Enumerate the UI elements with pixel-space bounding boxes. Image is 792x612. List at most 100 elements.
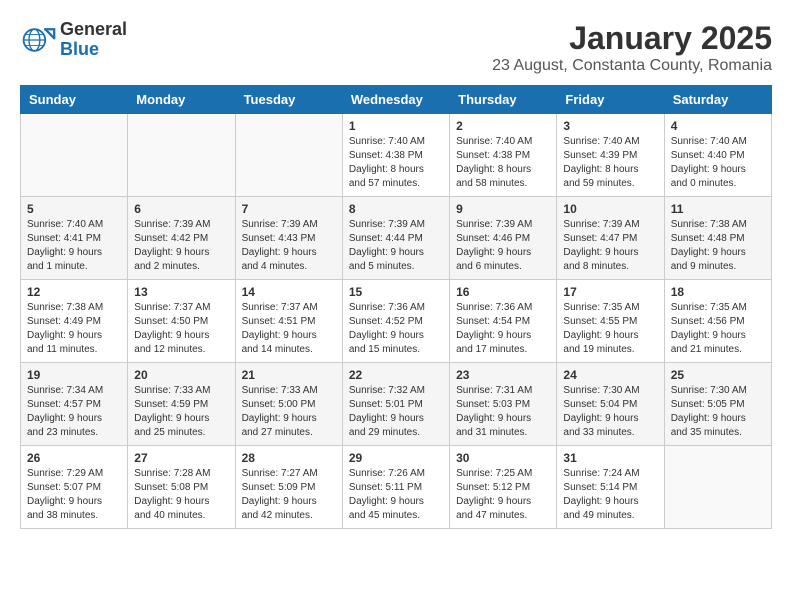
day-cell: 20 Sunrise: 7:33 AM Sunset: 4:59 PM Dayli… xyxy=(128,363,235,446)
day-cell: 18 Sunrise: 7:35 AM Sunset: 4:56 PM Dayli… xyxy=(664,280,771,363)
day-number: 22 xyxy=(349,368,443,382)
day-number: 28 xyxy=(242,451,336,465)
day-number: 4 xyxy=(671,119,765,133)
day-details: Sunrise: 7:24 AM Sunset: 5:14 PM Dayligh… xyxy=(563,467,657,523)
day-number: 13 xyxy=(134,285,228,299)
day-details: Sunrise: 7:39 AM Sunset: 4:44 PM Dayligh… xyxy=(349,218,443,274)
title-block: January 2025 23 August, Constanta County… xyxy=(492,20,772,75)
day-details: Sunrise: 7:39 AM Sunset: 4:43 PM Dayligh… xyxy=(242,218,336,274)
logo-text: General Blue xyxy=(60,20,127,60)
day-number: 18 xyxy=(671,285,765,299)
day-details: Sunrise: 7:40 AM Sunset: 4:38 PM Dayligh… xyxy=(349,135,443,191)
day-number: 31 xyxy=(563,451,657,465)
day-cell xyxy=(21,114,128,197)
day-cell: 3Sunrise: 7:40 AM Sunset: 4:39 PM Daylig… xyxy=(557,114,664,197)
day-cell xyxy=(664,446,771,529)
day-details: Sunrise: 7:25 AM Sunset: 5:12 PM Dayligh… xyxy=(456,467,550,523)
day-cell: 5 Sunrise: 7:40 AM Sunset: 4:41 PM Daylig… xyxy=(21,197,128,280)
day-cell: 9Sunrise: 7:39 AM Sunset: 4:46 PM Daylig… xyxy=(450,197,557,280)
day-cell: 26 Sunrise: 7:29 AM Sunset: 5:07 PM Dayli… xyxy=(21,446,128,529)
day-cell: 15 Sunrise: 7:36 AM Sunset: 4:52 PM Dayli… xyxy=(342,280,449,363)
page-header: General Blue January 2025 23 August, Con… xyxy=(20,20,772,75)
day-number: 14 xyxy=(242,285,336,299)
day-details: Sunrise: 7:26 AM Sunset: 5:11 PM Dayligh… xyxy=(349,467,443,523)
day-details: Sunrise: 7:30 AM Sunset: 5:04 PM Dayligh… xyxy=(563,384,657,440)
day-cell: 11Sunrise: 7:38 AM Sunset: 4:48 PM Dayli… xyxy=(664,197,771,280)
day-details: Sunrise: 7:40 AM Sunset: 4:39 PM Dayligh… xyxy=(563,135,657,191)
col-saturday: Saturday xyxy=(664,86,771,114)
day-cell: 10 Sunrise: 7:39 AM Sunset: 4:47 PM Dayli… xyxy=(557,197,664,280)
day-number: 16 xyxy=(456,285,550,299)
header-row: Sunday Monday Tuesday Wednesday Thursday… xyxy=(21,86,772,114)
day-details: Sunrise: 7:35 AM Sunset: 4:56 PM Dayligh… xyxy=(671,301,765,357)
day-cell: 4 Sunrise: 7:40 AM Sunset: 4:40 PM Daylig… xyxy=(664,114,771,197)
day-details: Sunrise: 7:39 AM Sunset: 4:47 PM Dayligh… xyxy=(563,218,657,274)
calendar-table: Sunday Monday Tuesday Wednesday Thursday… xyxy=(20,85,772,529)
main-title: January 2025 xyxy=(492,20,772,57)
day-number: 20 xyxy=(134,368,228,382)
day-number: 19 xyxy=(27,368,121,382)
day-number: 6 xyxy=(134,202,228,216)
day-number: 17 xyxy=(563,285,657,299)
day-details: Sunrise: 7:37 AM Sunset: 4:50 PM Dayligh… xyxy=(134,301,228,357)
day-details: Sunrise: 7:27 AM Sunset: 5:09 PM Dayligh… xyxy=(242,467,336,523)
day-cell: 28 Sunrise: 7:27 AM Sunset: 5:09 PM Dayli… xyxy=(235,446,342,529)
day-number: 23 xyxy=(456,368,550,382)
calendar-header: Sunday Monday Tuesday Wednesday Thursday… xyxy=(21,86,772,114)
day-details: Sunrise: 7:39 AM Sunset: 4:42 PM Dayligh… xyxy=(134,218,228,274)
day-cell: 21Sunrise: 7:33 AM Sunset: 5:00 PM Dayli… xyxy=(235,363,342,446)
day-number: 15 xyxy=(349,285,443,299)
col-thursday: Thursday xyxy=(450,86,557,114)
day-cell: 29 Sunrise: 7:26 AM Sunset: 5:11 PM Dayli… xyxy=(342,446,449,529)
day-details: Sunrise: 7:40 AM Sunset: 4:38 PM Dayligh… xyxy=(456,135,550,191)
day-cell: 14 Sunrise: 7:37 AM Sunset: 4:51 PM Dayli… xyxy=(235,280,342,363)
week-row-4: 19Sunrise: 7:34 AM Sunset: 4:57 PM Dayli… xyxy=(21,363,772,446)
day-cell: 17Sunrise: 7:35 AM Sunset: 4:55 PM Dayli… xyxy=(557,280,664,363)
logo-general: General xyxy=(60,20,127,40)
logo: General Blue xyxy=(20,20,127,60)
calendar-body: 1Sunrise: 7:40 AM Sunset: 4:38 PM Daylig… xyxy=(21,114,772,529)
logo-blue: Blue xyxy=(60,40,127,60)
day-cell: 23 Sunrise: 7:31 AM Sunset: 5:03 PM Dayli… xyxy=(450,363,557,446)
day-number: 10 xyxy=(563,202,657,216)
day-cell: 25 Sunrise: 7:30 AM Sunset: 5:05 PM Dayli… xyxy=(664,363,771,446)
day-cell: 22Sunrise: 7:32 AM Sunset: 5:01 PM Dayli… xyxy=(342,363,449,446)
day-cell: 24 Sunrise: 7:30 AM Sunset: 5:04 PM Dayli… xyxy=(557,363,664,446)
day-details: Sunrise: 7:30 AM Sunset: 5:05 PM Dayligh… xyxy=(671,384,765,440)
week-row-5: 26 Sunrise: 7:29 AM Sunset: 5:07 PM Dayli… xyxy=(21,446,772,529)
day-details: Sunrise: 7:29 AM Sunset: 5:07 PM Dayligh… xyxy=(27,467,121,523)
day-details: Sunrise: 7:37 AM Sunset: 4:51 PM Dayligh… xyxy=(242,301,336,357)
day-details: Sunrise: 7:36 AM Sunset: 4:52 PM Dayligh… xyxy=(349,301,443,357)
col-sunday: Sunday xyxy=(21,86,128,114)
col-friday: Friday xyxy=(557,86,664,114)
day-cell: 7 Sunrise: 7:39 AM Sunset: 4:43 PM Daylig… xyxy=(235,197,342,280)
day-number: 29 xyxy=(349,451,443,465)
day-number: 5 xyxy=(27,202,121,216)
col-tuesday: Tuesday xyxy=(235,86,342,114)
logo-icon xyxy=(20,22,56,58)
day-number: 26 xyxy=(27,451,121,465)
day-number: 30 xyxy=(456,451,550,465)
day-cell xyxy=(128,114,235,197)
day-details: Sunrise: 7:40 AM Sunset: 4:41 PM Dayligh… xyxy=(27,218,121,274)
col-wednesday: Wednesday xyxy=(342,86,449,114)
day-number: 9 xyxy=(456,202,550,216)
day-number: 27 xyxy=(134,451,228,465)
day-details: Sunrise: 7:33 AM Sunset: 4:59 PM Dayligh… xyxy=(134,384,228,440)
day-cell: 19Sunrise: 7:34 AM Sunset: 4:57 PM Dayli… xyxy=(21,363,128,446)
week-row-3: 12 Sunrise: 7:38 AM Sunset: 4:49 PM Dayli… xyxy=(21,280,772,363)
day-number: 25 xyxy=(671,368,765,382)
day-details: Sunrise: 7:33 AM Sunset: 5:00 PM Dayligh… xyxy=(242,384,336,440)
day-details: Sunrise: 7:38 AM Sunset: 4:49 PM Dayligh… xyxy=(27,301,121,357)
day-number: 12 xyxy=(27,285,121,299)
day-cell: 1Sunrise: 7:40 AM Sunset: 4:38 PM Daylig… xyxy=(342,114,449,197)
day-details: Sunrise: 7:31 AM Sunset: 5:03 PM Dayligh… xyxy=(456,384,550,440)
day-details: Sunrise: 7:40 AM Sunset: 4:40 PM Dayligh… xyxy=(671,135,765,191)
day-cell: 6 Sunrise: 7:39 AM Sunset: 4:42 PM Daylig… xyxy=(128,197,235,280)
day-number: 11 xyxy=(671,202,765,216)
day-cell: 2Sunrise: 7:40 AM Sunset: 4:38 PM Daylig… xyxy=(450,114,557,197)
day-number: 24 xyxy=(563,368,657,382)
day-number: 7 xyxy=(242,202,336,216)
week-row-2: 5 Sunrise: 7:40 AM Sunset: 4:41 PM Daylig… xyxy=(21,197,772,280)
day-cell: 16Sunrise: 7:36 AM Sunset: 4:54 PM Dayli… xyxy=(450,280,557,363)
